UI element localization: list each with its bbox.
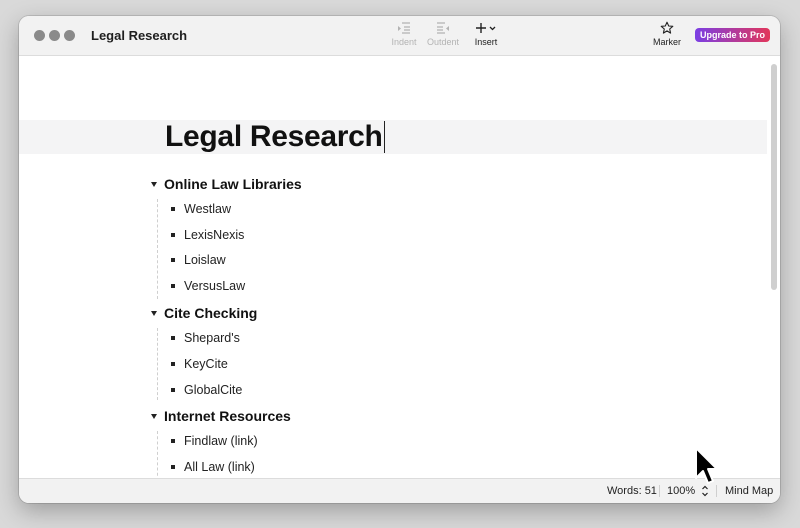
close-window-button[interactable] bbox=[34, 30, 45, 41]
scrollbar-thumb[interactable] bbox=[771, 64, 777, 290]
item-text: LexisNexis bbox=[184, 228, 245, 242]
item-text: Westlaw bbox=[184, 202, 232, 216]
bullet-icon bbox=[171, 232, 175, 237]
mouse-cursor-icon bbox=[695, 447, 718, 484]
bullet-icon bbox=[171, 438, 175, 443]
outline-guide-line bbox=[157, 431, 158, 478]
zoom-window-button[interactable] bbox=[64, 30, 75, 41]
disclosure-triangle-icon[interactable] bbox=[151, 310, 157, 316]
outline-item[interactable]: Shepard's bbox=[171, 331, 240, 345]
document-title-text: Legal Research bbox=[165, 120, 383, 153]
outdent-label: Outdent bbox=[426, 37, 460, 47]
outline-item[interactable]: GlobalCite bbox=[171, 383, 242, 397]
marker-button[interactable]: Marker bbox=[649, 21, 685, 47]
outline-item[interactable]: Loislaw bbox=[171, 253, 226, 267]
bullet-icon bbox=[171, 283, 175, 288]
outline-heading[interactable]: Online Law Libraries bbox=[151, 176, 302, 192]
upgrade-button[interactable]: Upgrade to Pro bbox=[695, 28, 770, 42]
heading-text: Internet Resources bbox=[164, 408, 291, 424]
item-text: GlobalCite bbox=[184, 383, 243, 397]
insert-button[interactable]: Insert bbox=[471, 21, 501, 47]
chevron-down-icon bbox=[489, 26, 496, 31]
insert-label: Insert bbox=[474, 37, 498, 47]
indent-button[interactable]: Indent bbox=[389, 21, 419, 47]
indent-icon bbox=[398, 22, 410, 34]
outline-item[interactable]: All Law (link) bbox=[171, 460, 255, 474]
mind-map-button[interactable]: Mind Map bbox=[725, 485, 773, 497]
item-text: VersusLaw bbox=[184, 279, 246, 293]
bullet-icon bbox=[171, 206, 175, 211]
plus-icon bbox=[476, 23, 496, 33]
word-count: Words: 51 bbox=[607, 485, 657, 497]
heading-text: Cite Checking bbox=[164, 305, 258, 321]
status-bar: Words: 51 100% Mind Map bbox=[19, 478, 780, 503]
bullet-icon bbox=[171, 361, 175, 366]
editor-area[interactable]: Legal Research Online Law Libraries West… bbox=[19, 56, 780, 478]
app-window: Legal Research Indent Outdent Insert Mar… bbox=[19, 16, 780, 503]
minimize-window-button[interactable] bbox=[49, 30, 60, 41]
marker-label: Marker bbox=[652, 37, 681, 47]
outline-item[interactable]: Findlaw (link) bbox=[171, 434, 258, 448]
zoom-level[interactable]: 100% bbox=[667, 485, 695, 497]
star-icon bbox=[660, 21, 674, 34]
title-highlight bbox=[19, 120, 767, 154]
scrollbar[interactable] bbox=[768, 56, 780, 478]
item-text: KeyCite bbox=[184, 357, 228, 371]
status-divider bbox=[716, 485, 717, 497]
outdent-icon bbox=[437, 22, 449, 34]
indent-label: Indent bbox=[391, 37, 417, 47]
window-title: Legal Research bbox=[91, 28, 188, 43]
status-divider bbox=[659, 485, 660, 497]
outline-item[interactable]: KeyCite bbox=[171, 357, 228, 371]
outline-heading[interactable]: Cite Checking bbox=[151, 305, 257, 321]
text-caret bbox=[383, 121, 385, 153]
item-text: Shepard's bbox=[184, 331, 240, 345]
toolbar: Legal Research Indent Outdent Insert Mar… bbox=[19, 16, 780, 56]
outline-heading[interactable]: Internet Resources bbox=[151, 408, 291, 424]
item-text: Loislaw bbox=[184, 253, 226, 267]
disclosure-triangle-icon[interactable] bbox=[151, 413, 157, 419]
outline-guide-line bbox=[157, 328, 158, 400]
bullet-icon bbox=[171, 335, 175, 340]
bullet-icon bbox=[171, 387, 175, 392]
outline-item[interactable]: Westlaw bbox=[171, 202, 231, 216]
document-title[interactable]: Legal Research bbox=[165, 120, 385, 154]
outline-item[interactable]: VersusLaw bbox=[171, 279, 245, 293]
chevron-up-down-icon[interactable] bbox=[701, 484, 709, 498]
heading-text: Online Law Libraries bbox=[164, 176, 302, 192]
disclosure-triangle-icon[interactable] bbox=[151, 181, 157, 187]
bullet-icon bbox=[171, 464, 175, 469]
bullet-icon bbox=[171, 257, 175, 262]
item-text: Findlaw (link) bbox=[184, 434, 258, 448]
outline-item[interactable]: LexisNexis bbox=[171, 228, 244, 242]
item-text: All Law (link) bbox=[184, 460, 255, 474]
outdent-button[interactable]: Outdent bbox=[425, 21, 461, 47]
outline-guide-line bbox=[157, 199, 158, 299]
